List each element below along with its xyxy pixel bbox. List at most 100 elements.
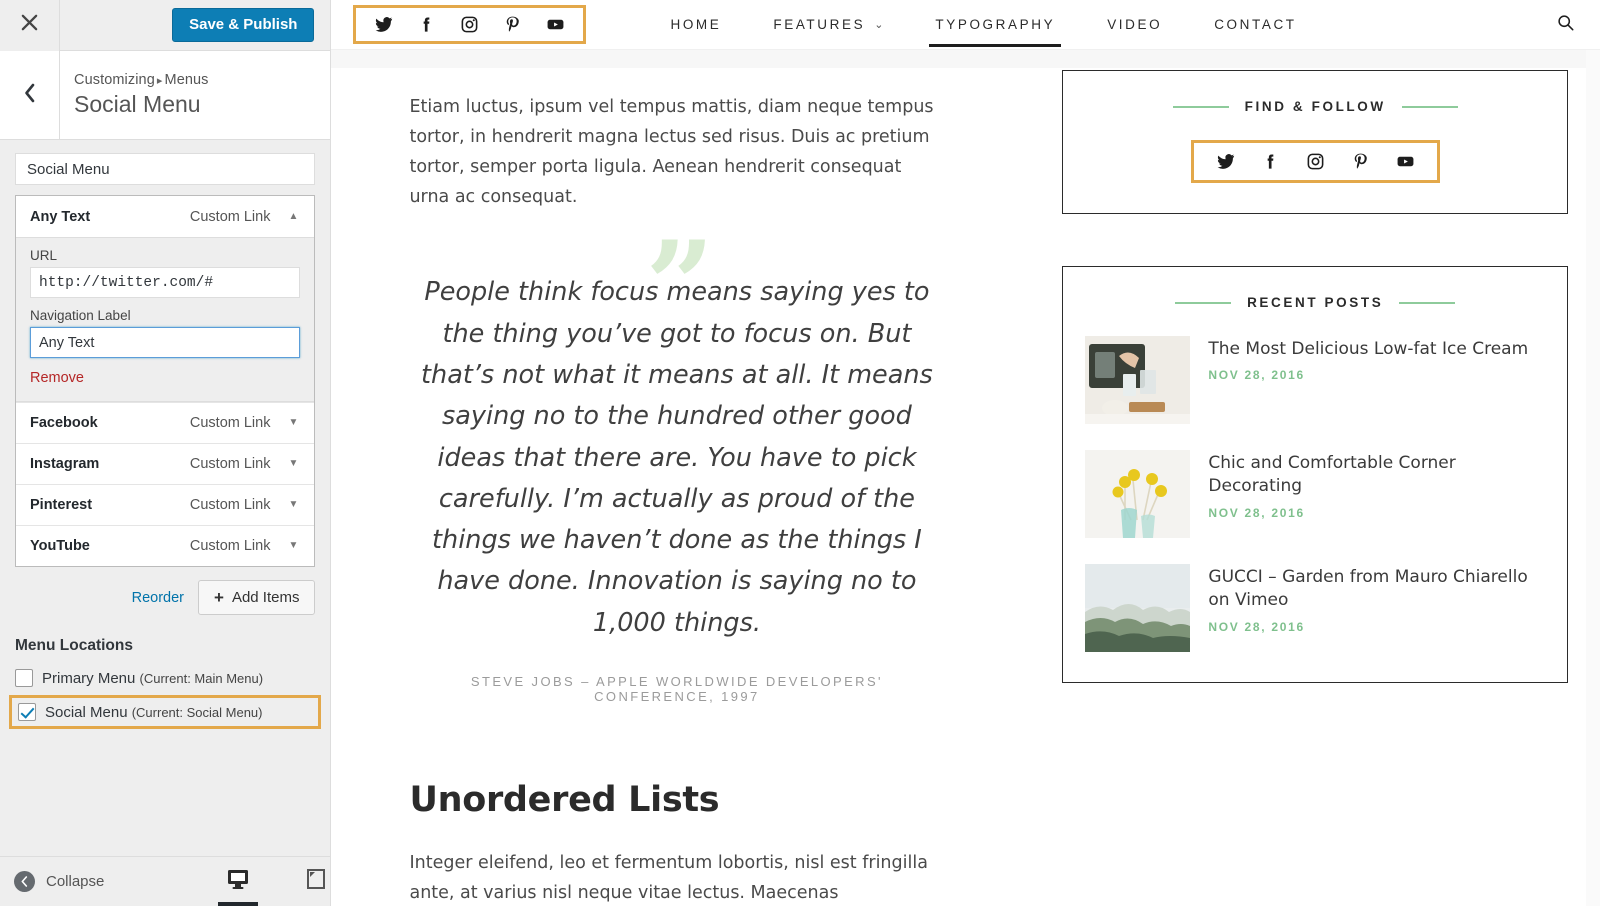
post-title[interactable]: Chic and Comfortable Corner Decorating [1208,452,1545,499]
close-customizer-button[interactable] [0,0,60,51]
chevron-up-icon[interactable]: ▲ [286,211,300,222]
blockquote: ” People think focus means saying yes to… [409,226,944,704]
url-input[interactable]: http://twitter.com/# [30,267,301,298]
social-menu-current: (Current: Social Menu) [131,704,263,720]
widget-title-row: RECENT POSTS [1085,295,1545,310]
header-social-menu-highlight [353,5,587,44]
navigation-label-input[interactable]: Any Text [30,327,301,358]
menu-location-social-menu[interactable]: Social Menu (Current: Social Menu) [9,695,322,729]
menu-item-type: Custom Link [189,497,271,513]
section-paragraph: Integer eleifend, leo et fermentum lobor… [409,853,928,904]
chevron-down-icon: ⌄ [874,19,884,31]
navigation-label-field-label: Navigation Label [30,308,131,323]
main-navigation: HOME FEATURES ⌄ TYPOGRAPHY VIDEO CONTACT [644,0,1322,50]
chevron-down-icon[interactable]: ▼ [286,418,300,428]
post-title[interactable]: The Most Delicious Low-fat Ice Cream [1208,338,1528,361]
primary-menu-label: Primary Menu (Current: Main Menu) [42,670,263,687]
reorder-link[interactable]: Reorder [132,590,184,606]
section-heading: Unordered Lists [409,780,720,821]
panel-header-text: Customizing ▸ Menus Social Menu [60,51,330,139]
save-and-publish-button[interactable]: Save & Publish [172,8,315,42]
menu-item-header[interactable]: Any Text Custom Link ▲ [16,196,315,237]
back-button[interactable] [0,51,60,139]
menu-name-input[interactable]: Social Menu [15,153,316,185]
list-item[interactable]: Chic and Comfortable Corner Decorating N… [1085,450,1545,538]
customizer-scroll-area: Social Menu Any Text Custom Link ▲ URL h… [0,140,331,856]
plus-icon: + [214,588,224,607]
social-menu-label: Social Menu (Current: Social Menu) [45,704,263,721]
preview-body: Etiam luctus, ipsum vel tempus mattis, d… [331,50,1600,906]
post-thumbnail [1085,450,1191,538]
facebook-icon[interactable] [1261,152,1280,171]
social-menu-name: Social Menu [45,703,128,721]
social-menu-checkbox[interactable] [18,703,36,721]
rule-right [1401,105,1458,108]
menu-item-pinterest[interactable]: Pinterest Custom Link ▼ [16,484,315,525]
find-follow-title: FIND & FOLLOW [1244,99,1386,114]
site-preview: HOME FEATURES ⌄ TYPOGRAPHY VIDEO CONTACT… [331,0,1600,906]
pinterest-icon[interactable] [1351,152,1370,171]
widget-recent-posts: RECENT POSTS The Most Delicious Low-fat … [1062,266,1568,683]
menu-location-primary-menu[interactable]: Primary Menu (Current: Main Menu) [9,664,321,692]
search-icon[interactable] [1557,14,1574,36]
menu-item-title: Any Text [30,208,91,225]
post-date: NOV 28, 2016 [1208,368,1305,383]
chevron-down-icon[interactable]: ▼ [286,500,300,510]
quote-text: People think focus means saying yes to t… [421,277,933,638]
chevron-down-icon[interactable]: ▼ [286,459,300,469]
post-title[interactable]: GUCCI – Garden from Mauro Chiarello on V… [1208,566,1545,613]
pinterest-icon[interactable] [503,15,522,34]
menu-item-type: Custom Link [189,456,271,472]
remove-menu-item-link[interactable]: Remove [30,370,84,386]
nav-item-typography[interactable]: TYPOGRAPHY [909,0,1081,50]
menu-item-edit-form: URL http://twitter.com/# Navigation Labe… [16,237,315,401]
menu-item-instagram[interactable]: Instagram Custom Link ▼ [16,443,315,484]
list-item[interactable]: GUCCI – Garden from Mauro Chiarello on V… [1085,564,1545,652]
post-text: The Most Delicious Low-fat Ice Cream NOV… [1208,336,1528,382]
customizer-panel-header: Customizing ▸ Menus Social Menu [0,51,331,140]
post-text: GUCCI – Garden from Mauro Chiarello on V… [1208,564,1545,634]
youtube-icon[interactable] [1396,152,1415,171]
primary-menu-current: (Current: Main Menu) [139,670,264,686]
youtube-icon[interactable] [546,15,565,34]
primary-menu-checkbox[interactable] [15,669,33,687]
site-header: HOME FEATURES ⌄ TYPOGRAPHY VIDEO CONTACT [331,0,1600,50]
post-thumbnail [1085,336,1191,424]
chevron-left-icon [22,82,38,109]
desktop-icon [226,867,250,896]
rule-left [1172,105,1229,108]
nav-item-features[interactable]: FEATURES ⌄ [747,0,909,50]
sidebar-widgets: FIND & FOLLOW RECENT POSTS The Most Deli… [1004,50,1600,906]
instagram-icon[interactable] [460,15,479,34]
menu-item-any-text: Any Text Custom Link ▲ URL http://twitte… [16,196,315,402]
intro-paragraph: Etiam luctus, ipsum vel tempus mattis, d… [409,97,934,208]
add-items-label: Add Items [231,589,300,606]
article-content: Etiam luctus, ipsum vel tempus mattis, d… [331,50,1004,906]
widget-find-and-follow: FIND & FOLLOW [1062,70,1568,214]
breadcrumb-separator: ▸ [156,75,163,87]
twitter-icon[interactable] [1216,152,1235,171]
instagram-icon[interactable] [1306,152,1325,171]
menu-item-facebook[interactable]: Facebook Custom Link ▼ [16,402,315,443]
nav-item-home[interactable]: HOME [644,0,747,50]
collapse-button[interactable]: Collapse [0,871,104,892]
add-items-button[interactable]: + Add Items [198,580,316,615]
facebook-icon[interactable] [417,15,436,34]
recent-posts-title: RECENT POSTS [1247,295,1384,310]
list-item[interactable]: The Most Delicious Low-fat Ice Cream NOV… [1085,336,1545,424]
menu-item-title: Instagram [30,456,100,472]
menu-item-type: Custom Link [189,415,271,431]
preview-scrollbar[interactable] [1586,50,1600,906]
chevron-down-icon[interactable]: ▼ [286,541,300,551]
twitter-icon[interactable] [374,15,393,34]
primary-menu-name: Primary Menu [42,669,136,687]
nav-item-features-label: FEATURES [773,17,866,32]
customizer-screen: Save & Publish Customizing ▸ Menus Social … [0,0,1600,906]
menu-locations-section: Menu Locations Primary Menu (Current: Ma… [0,637,330,742]
customizer-topbar: Save & Publish [0,0,331,51]
widget-social-menu-highlight [1190,140,1440,183]
nav-item-video[interactable]: VIDEO [1081,0,1188,50]
device-desktop-button[interactable] [212,856,264,906]
nav-item-contact[interactable]: CONTACT [1188,0,1322,50]
menu-item-youtube[interactable]: YouTube Custom Link ▼ [16,525,315,566]
